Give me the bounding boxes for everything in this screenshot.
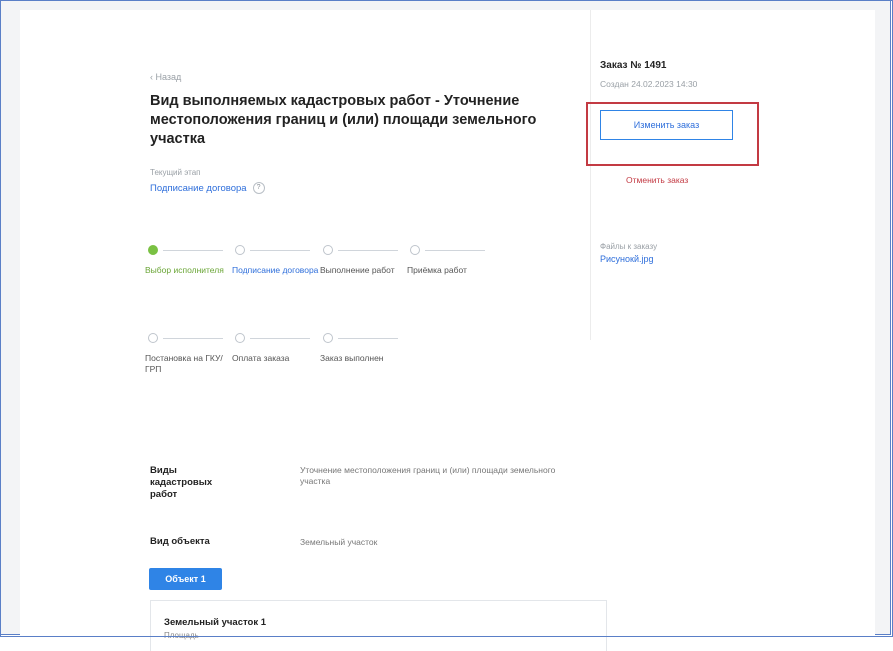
change-order-button[interactable]: Изменить заказ	[600, 110, 733, 140]
step-label: Приёмка работ	[407, 265, 467, 275]
back-link[interactable]: ‹ Назад	[150, 72, 181, 82]
step-dot-icon	[323, 333, 333, 343]
cancel-order-link[interactable]: Отменить заказ	[626, 175, 688, 185]
files-label: Файлы к заказу	[600, 242, 658, 251]
step-label: Постановка на ГКУ/ГРП	[145, 353, 223, 374]
card-title: Земельный участок 1	[164, 617, 266, 628]
step-connector	[338, 338, 398, 339]
card-subtitle: Площадь	[164, 631, 199, 640]
object-tab-button[interactable]: Объект 1	[149, 568, 222, 590]
kind-value: Уточнение местоположения границ и (или) …	[300, 465, 556, 486]
step-done-dot-icon	[148, 245, 158, 255]
step-label: Оплата заказа	[232, 353, 290, 363]
step-connector	[425, 250, 485, 251]
step-dot-icon	[410, 245, 420, 255]
order-created: Создан 24.02.2023 14:30	[600, 79, 698, 89]
help-icon[interactable]: ?	[252, 182, 265, 194]
kind-label: Виды кадастровых работ	[150, 465, 213, 500]
step-label: Заказ выполнен	[320, 353, 384, 363]
step-label: Подписание договора	[232, 265, 319, 275]
step-connector	[338, 250, 398, 251]
step-dot-icon	[235, 245, 245, 255]
step-dot-icon	[148, 333, 158, 343]
current-stage: Подписание договора ?	[150, 182, 265, 194]
step-connector	[163, 250, 223, 251]
object-label: Вид объекта	[150, 536, 210, 547]
page-title: Вид выполняемых кадастровых работ - Уточ…	[150, 93, 537, 147]
step-connector	[163, 338, 223, 339]
order-number: Заказ № 1491	[600, 60, 667, 71]
main-panel: ‹ Назад Вид выполняемых кадастровых рабо…	[20, 10, 607, 651]
step-connector	[250, 250, 310, 251]
object-value: Земельный участок	[300, 537, 378, 547]
land-plot-card: Земельный участок 1 Площадь	[150, 600, 607, 651]
current-stage-value[interactable]: Подписание договора	[150, 183, 247, 194]
step-label: Выбор исполнителя	[145, 265, 224, 275]
file-link[interactable]: Рисунокй.jpg	[600, 254, 653, 264]
step-dot-icon	[235, 333, 245, 343]
step-connector	[250, 338, 310, 339]
step-dot-icon	[323, 245, 333, 255]
step-label: Выполнение работ	[320, 265, 395, 275]
current-stage-label: Текущий этап	[150, 168, 201, 177]
